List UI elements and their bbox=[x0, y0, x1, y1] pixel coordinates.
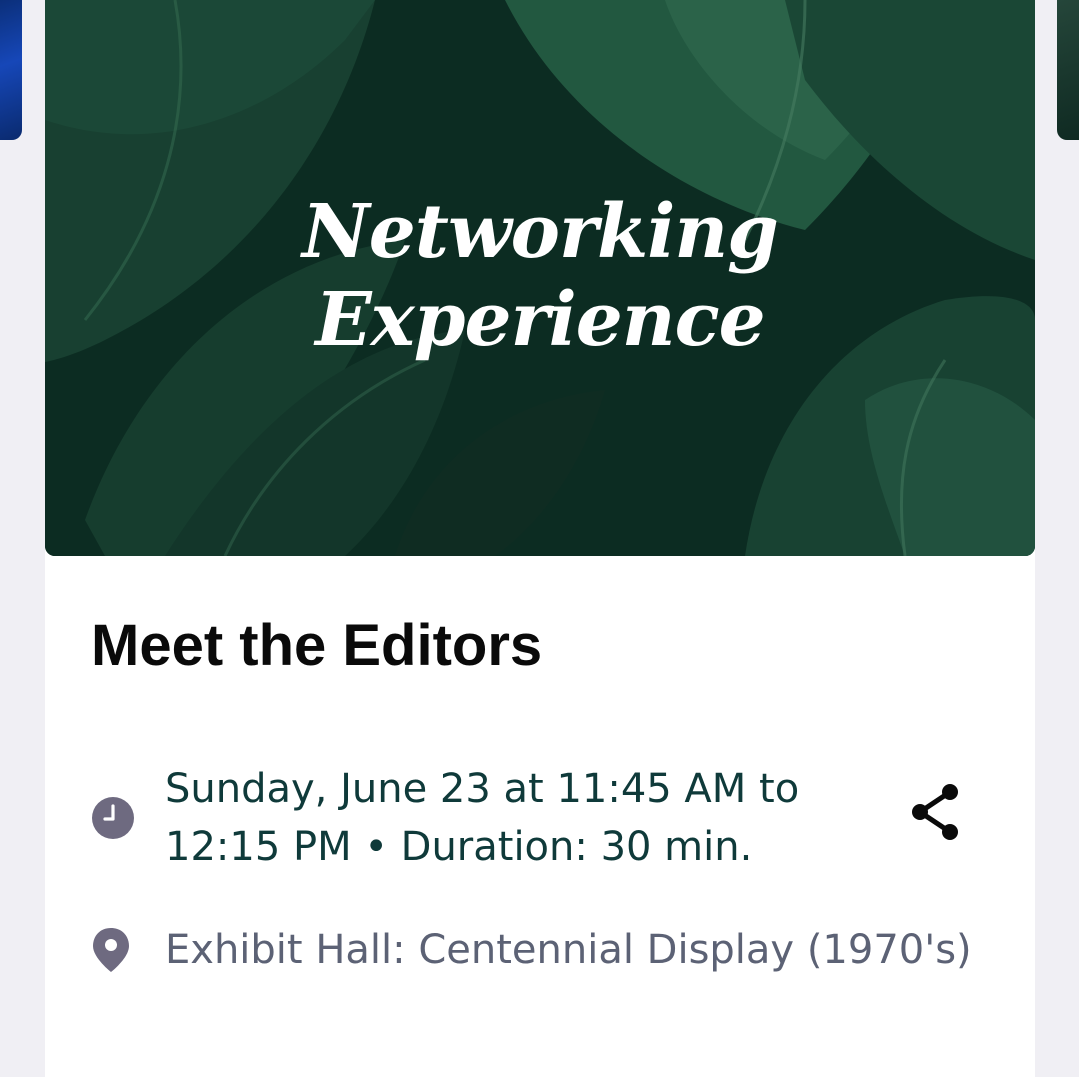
event-card: Networking Experience Meet the Editors S… bbox=[45, 0, 1035, 1077]
previous-card-peek[interactable] bbox=[0, 0, 22, 140]
hero-title-line2: Experience bbox=[315, 277, 765, 363]
clock-icon bbox=[91, 796, 165, 840]
event-title: Meet the Editors bbox=[91, 613, 543, 678]
map-pin-icon bbox=[91, 926, 165, 974]
event-hero-image: Networking Experience bbox=[45, 0, 1035, 556]
hero-title: Networking Experience bbox=[45, 188, 1035, 364]
event-time-text: Sunday, June 23 at 11:45 AM to 12:15 PM … bbox=[165, 766, 800, 870]
next-card-peek[interactable] bbox=[1057, 0, 1079, 140]
event-time-row: Sunday, June 23 at 11:45 AM to 12:15 PM … bbox=[91, 758, 991, 878]
hero-title-line1: Networking bbox=[302, 189, 779, 275]
share-button[interactable] bbox=[905, 780, 965, 844]
event-location-row[interactable]: Exhibit Hall: Centennial Display (1970's… bbox=[91, 915, 991, 985]
event-location-text[interactable]: Exhibit Hall: Centennial Display (1970's… bbox=[165, 921, 972, 979]
share-icon bbox=[912, 784, 958, 840]
